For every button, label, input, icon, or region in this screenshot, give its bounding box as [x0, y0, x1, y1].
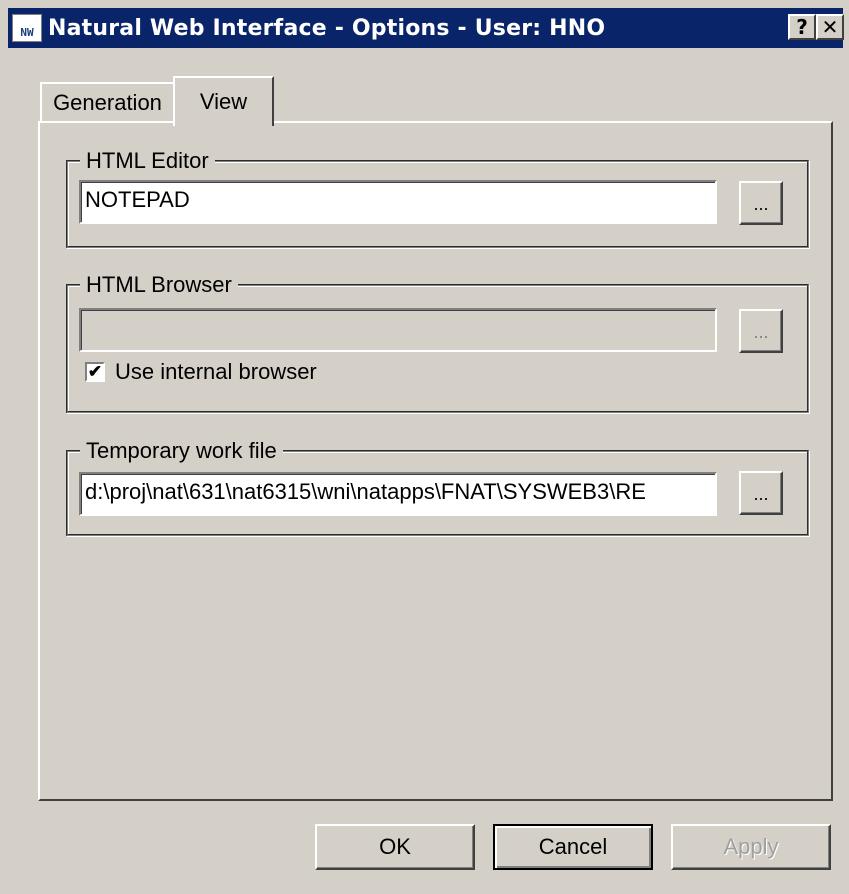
tab-generation[interactable]: Generation	[40, 82, 175, 122]
title-bar[interactable]: NW Natural Web Interface - Options - Use…	[8, 8, 844, 48]
close-icon: ✕	[821, 15, 839, 39]
temp-work-file-browse-button[interactable]: ...	[739, 471, 783, 515]
tab-view[interactable]: View	[173, 76, 274, 126]
tab-panel-view: HTML Editor NOTEPAD ... HTML Browser ...…	[38, 121, 833, 801]
use-internal-browser-label: Use internal browser	[115, 359, 317, 384]
html-browser-input[interactable]	[79, 308, 717, 352]
html-browser-browse-button[interactable]: ...	[739, 309, 783, 353]
options-dialog: NW Natural Web Interface - Options - Use…	[0, 0, 849, 894]
window-title: Natural Web Interface - Options - User: …	[48, 15, 606, 41]
use-internal-browser-checkbox[interactable]: ✔	[85, 362, 105, 382]
help-button[interactable]: ?	[788, 14, 816, 40]
html-editor-browse-button[interactable]: ...	[739, 181, 783, 225]
html-editor-legend: HTML Editor	[80, 148, 215, 174]
checkmark-icon: ✔	[87, 362, 103, 381]
html-browser-legend: HTML Browser	[80, 272, 238, 298]
html-editor-input[interactable]: NOTEPAD	[79, 180, 717, 224]
apply-button[interactable]: Apply	[671, 824, 831, 870]
temp-work-file-input[interactable]: d:\proj\nat\631\nat6315\wni\natapps\FNAT…	[79, 472, 717, 516]
close-button[interactable]: ✕	[816, 14, 844, 40]
use-internal-browser-row[interactable]: ✔ Use internal browser	[85, 359, 317, 385]
temp-work-file-legend: Temporary work file	[80, 438, 283, 464]
app-icon: NW	[12, 14, 42, 42]
cancel-button[interactable]: Cancel	[493, 824, 653, 870]
ok-button[interactable]: OK	[315, 824, 475, 870]
